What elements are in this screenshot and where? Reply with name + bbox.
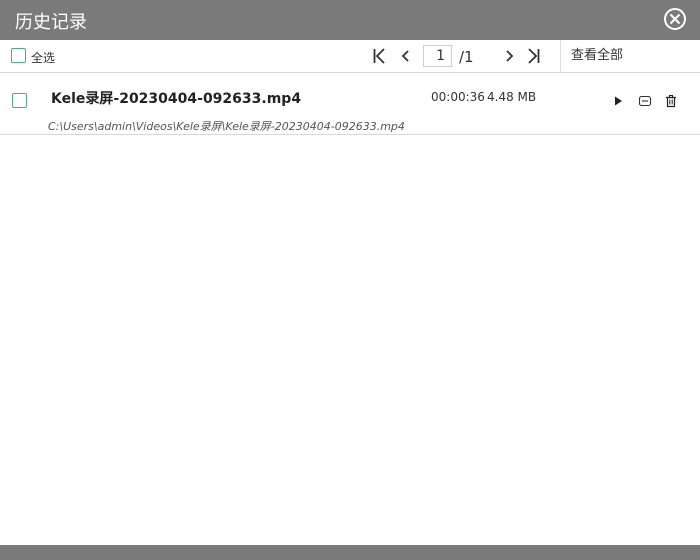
- toolbar: 全选 1 /1 查看全部: [0, 40, 700, 73]
- first-page-icon[interactable]: [371, 47, 389, 65]
- table-row: Kele录屏-20230404-092633.mp4 00:00:36 4.48…: [0, 73, 700, 135]
- page-number-input[interactable]: 1: [423, 45, 452, 67]
- open-folder-icon[interactable]: [638, 94, 652, 108]
- row-checkbox[interactable]: [12, 93, 27, 108]
- bottom-bar: [0, 545, 700, 560]
- file-path: C:\Users\admin\Videos\Kele录屏\Kele录屏-2023…: [48, 120, 405, 133]
- file-size: 4.48 MB: [487, 90, 537, 104]
- close-button[interactable]: [664, 8, 686, 30]
- page-total: /1: [459, 48, 474, 66]
- select-all-label[interactable]: 全选: [31, 49, 55, 66]
- last-page-icon[interactable]: [524, 47, 542, 65]
- prev-page-icon[interactable]: [397, 47, 415, 65]
- select-all-checkbox[interactable]: [11, 48, 26, 63]
- file-duration: 00:00:36: [431, 90, 485, 104]
- view-all-button[interactable]: 查看全部: [560, 40, 679, 72]
- next-page-icon[interactable]: [500, 47, 518, 65]
- title-bar: 历史记录: [0, 0, 700, 40]
- file-name: Kele录屏-20230404-092633.mp4: [51, 91, 302, 107]
- close-icon: [669, 13, 681, 25]
- trash-icon[interactable]: [664, 94, 678, 108]
- play-icon[interactable]: [611, 94, 625, 108]
- window-title: 历史记录: [15, 12, 87, 33]
